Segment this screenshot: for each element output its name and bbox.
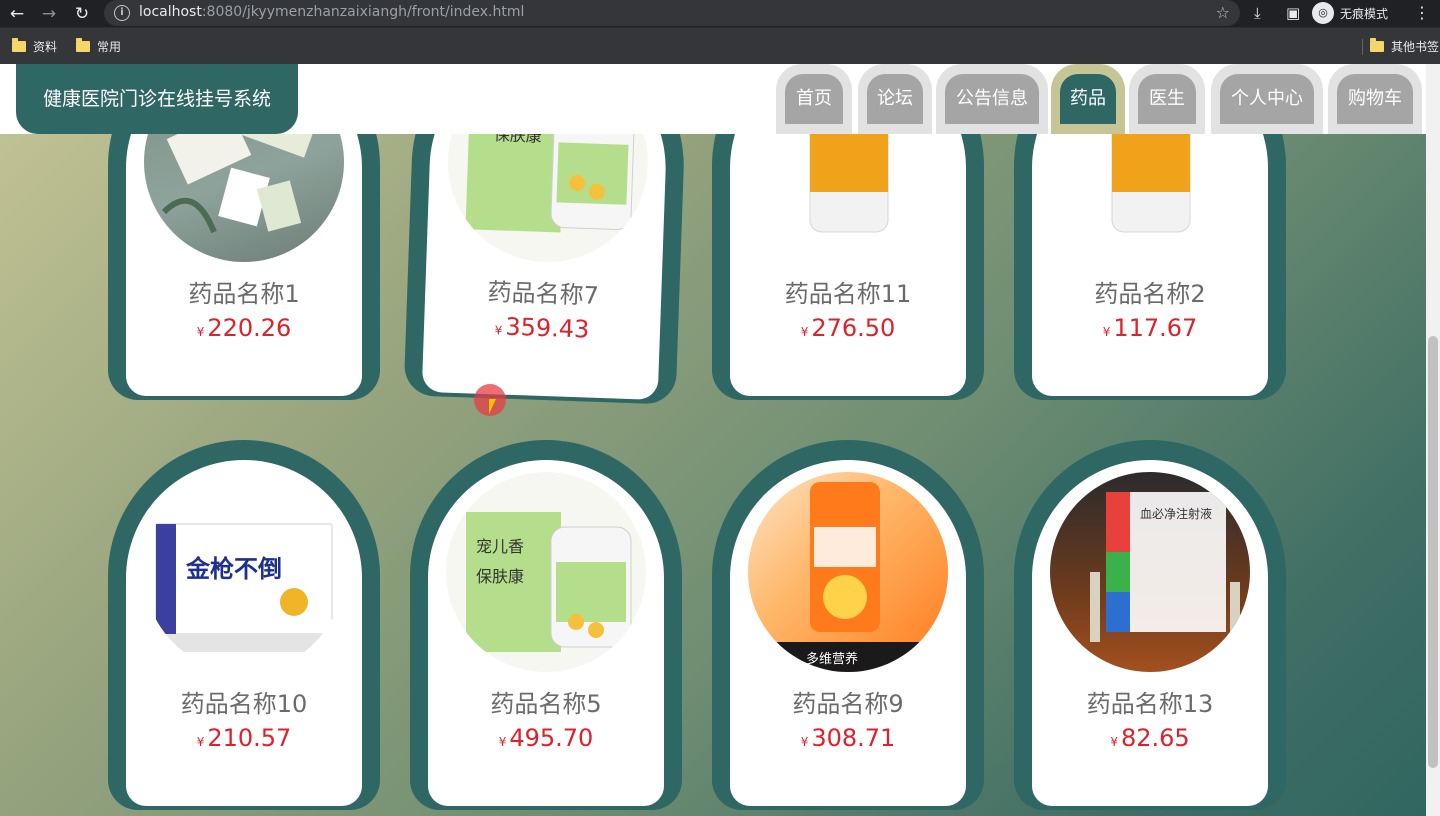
product-price: ¥359.43 — [494, 312, 590, 344]
page-viewport: 药品名称1 ¥220.26 保肤康 药品名称7 ¥359.43 药品名称11 ¥… — [0, 64, 1440, 816]
incognito-indicator[interactable]: ◎ 无痕模式 — [1312, 2, 1388, 24]
incognito-label: 无痕模式 — [1340, 6, 1389, 21]
product-price: ¥220.26 — [196, 314, 292, 342]
site-header: 健康医院门诊在线挂号系统 首页 论坛 公告信息 药品 医生 个人中心 购物车 — [0, 64, 1426, 134]
address-bar[interactable]: i localhost:8080/jkyymenzhanzaixiangh/fr… — [104, 0, 1240, 26]
incognito-icon: ◎ — [1312, 2, 1334, 24]
site-title[interactable]: 健康医院门诊在线挂号系统 — [16, 64, 298, 134]
product-card[interactable]: 宠儿香 保肤康 药品名称5 ¥495.70 — [410, 440, 682, 810]
product-name[interactable]: 药品名称2 — [1032, 274, 1268, 309]
nav-tab-notices[interactable]: 公告信息 — [936, 64, 1048, 134]
product-price: ¥117.67 — [1102, 314, 1198, 342]
bookmark-star-icon[interactable]: ☆ — [1216, 3, 1230, 22]
folder-icon — [12, 38, 26, 52]
product-card[interactable]: 多维营养 药品名称9 ¥308.71 — [712, 440, 984, 810]
folder-icon — [1370, 38, 1384, 52]
mouse-cursor-icon — [489, 399, 503, 414]
product-name[interactable]: 药品名称5 — [428, 684, 664, 719]
bookmark-divider — [1362, 39, 1363, 55]
product-image[interactable]: 宠儿香 保肤康 — [446, 472, 646, 672]
url-text[interactable]: localhost:8080/jkyymenzhanzaixiangh/fron… — [139, 4, 524, 20]
page-scrollbar[interactable] — [1426, 64, 1440, 816]
forward-icon[interactable]: → — [38, 3, 60, 25]
side-panel-icon[interactable]: ▣ — [1286, 3, 1300, 23]
nav-tab-medicine[interactable]: 药品 — [1051, 64, 1125, 134]
product-name[interactable]: 药品名称7 — [425, 270, 662, 313]
nav-tab-forum[interactable]: 论坛 — [858, 64, 932, 134]
product-name[interactable]: 药品名称9 — [730, 684, 966, 719]
download-icon[interactable]: ⤓ — [1254, 3, 1261, 23]
product-price: ¥276.50 — [800, 314, 896, 342]
browser-toolbar: ← → ↻ i localhost:8080/jkyymenzhanzaixia… — [0, 0, 1440, 27]
folder-icon — [76, 38, 90, 52]
product-name[interactable]: 药品名称10 — [126, 684, 362, 719]
product-name[interactable]: 药品名称11 — [730, 274, 966, 309]
nav-tab-cart[interactable]: 购物车 — [1328, 64, 1422, 134]
bookmark-folder-changyong[interactable]: 常用 — [76, 38, 121, 55]
scrollbar-thumb[interactable] — [1428, 336, 1438, 768]
product-image[interactable]: 血必净注射液 — [1050, 472, 1250, 672]
nav-tab-home[interactable]: 首页 — [776, 64, 852, 134]
back-icon[interactable]: ← — [6, 3, 28, 25]
svg-text:金枪不倒: 金枪不倒 — [185, 555, 282, 583]
bookmarks-bar: 资料 常用 其他书签 — [0, 27, 1440, 64]
svg-text:保肤康: 保肤康 — [476, 567, 524, 586]
product-card[interactable]: 金枪不倒 药品名称10 ¥210.57 — [108, 440, 380, 810]
product-price: ¥308.71 — [800, 724, 896, 752]
product-price: ¥495.70 — [498, 724, 594, 752]
product-card[interactable]: 血必净注射液 药品名称13 ¥82.65 — [1014, 440, 1286, 810]
product-image[interactable]: 金枪不倒 — [144, 472, 344, 672]
product-name[interactable]: 药品名称13 — [1032, 684, 1268, 719]
menu-icon[interactable]: ⋮ — [1413, 3, 1431, 23]
product-price: ¥82.65 — [1110, 724, 1190, 752]
svg-text:血必净注射液: 血必净注射液 — [1140, 506, 1212, 521]
bookmark-folder-ziliao[interactable]: 资料 — [12, 38, 57, 55]
nav-tab-profile[interactable]: 个人中心 — [1211, 64, 1323, 134]
product-price: ¥210.57 — [196, 724, 292, 752]
other-bookmarks[interactable]: 其他书签 — [1370, 38, 1439, 55]
product-image[interactable]: 多维营养 — [748, 472, 948, 672]
svg-text:宠儿香: 宠儿香 — [476, 537, 524, 556]
nav-tab-doctors[interactable]: 医生 — [1129, 64, 1205, 134]
product-name[interactable]: 药品名称1 — [126, 274, 362, 309]
site-info-icon[interactable]: i — [114, 5, 130, 21]
reload-icon[interactable]: ↻ — [71, 3, 93, 25]
svg-text:多维营养: 多维营养 — [806, 651, 858, 667]
